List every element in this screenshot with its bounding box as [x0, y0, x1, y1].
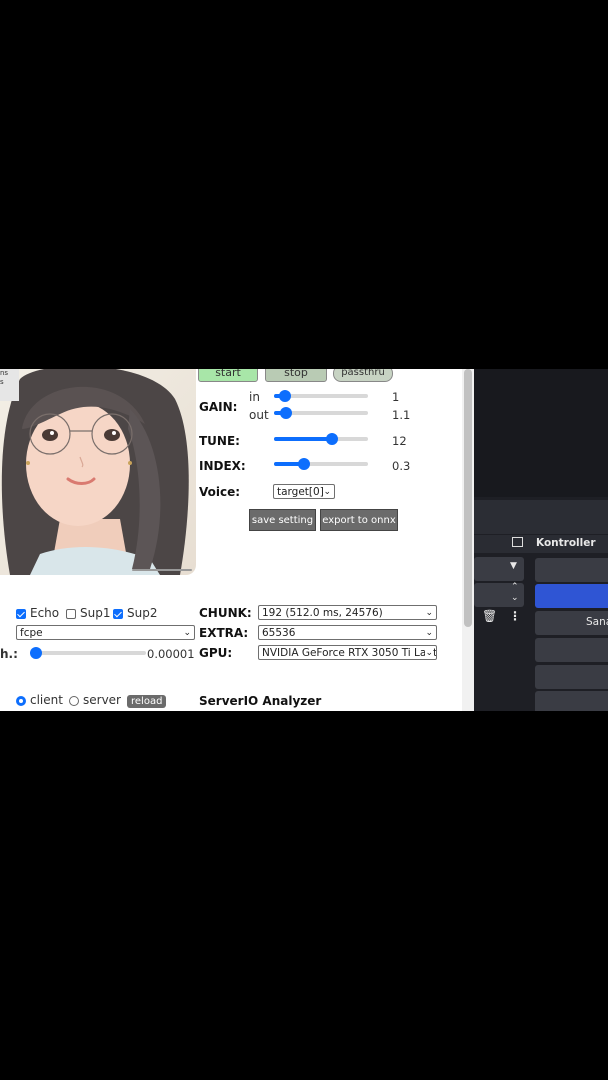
voice-label: Voice: [199, 485, 241, 499]
control-button-5[interactable] [535, 665, 608, 689]
reload-button[interactable]: reload [127, 695, 167, 708]
echo-label: Echo [30, 606, 60, 620]
threshold-slider[interactable] [30, 646, 146, 660]
client-radio[interactable] [16, 696, 26, 706]
threshold-track [30, 651, 146, 655]
control-button-3-label: Sana [586, 616, 608, 628]
voice-selected: target[0] [277, 486, 324, 498]
overlay-label: ns s [0, 369, 19, 401]
index-value: 0.3 [392, 459, 411, 473]
trash-icon[interactable]: 🗑 [482, 609, 497, 623]
overlay-line-1: ns [0, 369, 9, 377]
control-button-4[interactable] [535, 638, 608, 662]
gain-in-thumb[interactable] [279, 390, 292, 402]
sup2-label: Sup2 [127, 606, 158, 620]
tune-value: 12 [392, 434, 407, 448]
threshold-value: 0.00001 [147, 647, 195, 661]
f0-detector-select[interactable]: fcpe ⌄ [16, 625, 195, 640]
tune-label: TUNE: [199, 434, 240, 448]
gpu-label: GPU: [199, 646, 233, 660]
passthru-button[interactable]: passthru [333, 369, 393, 382]
chunk-select[interactable]: 192 (512.0 ms, 24576) ⌄ [258, 605, 437, 620]
voice-select[interactable]: target[0] ⌄ [273, 484, 335, 499]
threshold-thumb[interactable] [30, 647, 42, 659]
gain-in-value: 1 [392, 390, 400, 404]
extra-label: EXTRA: [199, 626, 249, 640]
chevron-down-icon: ⌄ [425, 628, 433, 638]
overlay-line-2: s [0, 378, 4, 386]
extra-select[interactable]: 65536 ⌄ [258, 625, 437, 640]
analyzer-title: ServerIO Analyzer [199, 694, 322, 708]
index-label: INDEX: [199, 459, 246, 473]
chunk-label: CHUNK: [199, 606, 252, 620]
control-button-3[interactable]: Sana [535, 611, 608, 635]
index-slider[interactable] [274, 457, 368, 471]
obs-preview [474, 369, 608, 497]
screen-crop: ns s start stop passthru GAIN: in out 1 … [0, 369, 608, 711]
gain-in-slider[interactable] [274, 389, 368, 403]
chevron-down-icon: ⌄ [425, 608, 433, 618]
sup1-label: Sup1 [80, 606, 111, 620]
threshold-label: h.: [0, 647, 18, 661]
obs-toolbar [474, 500, 608, 534]
index-thumb[interactable] [298, 458, 311, 470]
extra-selected: 65536 [262, 627, 296, 639]
echo-checkbox[interactable] [16, 609, 26, 619]
controls-panel-title: Kontroller [536, 537, 596, 549]
f0-selected: fcpe [20, 627, 43, 639]
character-avatar: ns s [0, 369, 196, 575]
chevron-down-icon: ⌄ [425, 646, 433, 659]
sup2-checkbox[interactable] [113, 609, 123, 619]
gain-out-value: 1.1 [392, 408, 411, 422]
control-button-1[interactable] [535, 558, 608, 582]
export-onnx-button[interactable]: export to onnx [320, 509, 398, 531]
chevron-down-icon: ⌄ [323, 487, 331, 497]
gpu-selected: NVIDIA GeForce RTX 3050 Ti Laptop [262, 647, 437, 659]
voice-changer-window: ns s start stop passthru GAIN: in out 1 … [0, 369, 474, 711]
more-options-icon[interactable]: ⋮ [509, 609, 521, 623]
sup1-checkbox[interactable] [66, 609, 76, 619]
save-setting-button[interactable]: save setting [249, 509, 316, 531]
tune-fill [274, 437, 333, 441]
client-label: client [30, 693, 63, 707]
gain-out-thumb[interactable] [280, 407, 293, 419]
gain-in-label: in [249, 390, 260, 404]
scrollbar-thumb[interactable] [464, 369, 472, 627]
scrollbar[interactable] [462, 369, 474, 711]
chunk-selected: 192 (512.0 ms, 24576) [262, 607, 383, 619]
avatar-progress-bar [132, 569, 192, 571]
control-button-2[interactable] [535, 584, 608, 608]
dock-undock-icon[interactable] [512, 537, 523, 547]
gpu-select[interactable]: NVIDIA GeForce RTX 3050 Ti Laptop ⌄ [258, 645, 437, 660]
dropdown-arrow-icon: ▼ [510, 561, 517, 571]
spin-arrows-icon[interactable]: ⌃ ⌄ [511, 582, 519, 604]
gain-out-label: out [249, 408, 269, 422]
server-label: server [83, 693, 121, 707]
tune-slider[interactable] [274, 432, 368, 446]
gain-label: GAIN: [199, 400, 238, 414]
stop-button[interactable]: stop [265, 369, 327, 382]
chevron-down-icon: ⌄ [183, 628, 191, 638]
gain-out-slider[interactable] [274, 406, 368, 420]
avatar-image [0, 369, 196, 575]
tune-thumb[interactable] [326, 433, 339, 445]
start-button[interactable]: start [198, 369, 258, 382]
control-button-6[interactable] [535, 691, 608, 711]
server-radio[interactable] [69, 696, 79, 706]
obs-window: Kontroller ▼ ⌃⌄ 🗑 ⋮ Sana [474, 369, 608, 711]
